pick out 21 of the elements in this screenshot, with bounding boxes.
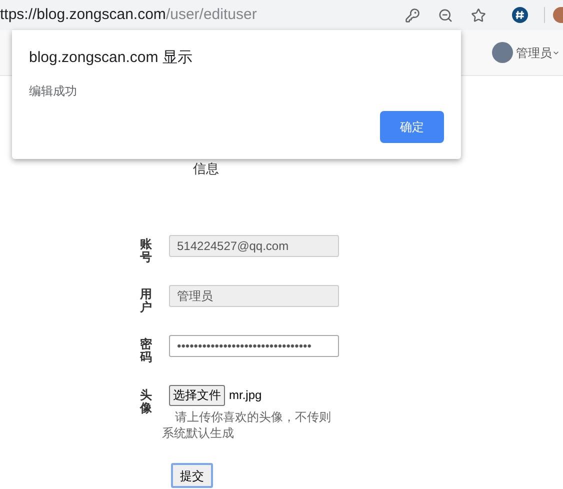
dialog-message: 编辑成功 (29, 82, 78, 100)
url-text[interactable]: ttps://blog.zongscan.com/user/edituser (0, 4, 257, 26)
field-label: 头像 (140, 388, 152, 415)
avatar-hint: 请上传你喜欢的头像，不传则系统默认生成 (162, 409, 332, 441)
zoom-out-icon[interactable] (438, 8, 453, 22)
password-field[interactable]: •••••••••••••••••••••••••••••••• (169, 335, 339, 358)
file-name: mr.jpg (229, 387, 262, 404)
profile-icon[interactable] (553, 7, 563, 23)
choose-file-button[interactable]: 选择文件 (169, 384, 225, 406)
star-icon[interactable] (471, 8, 486, 22)
dialog-title: blog.zongscan.com 显示 (29, 48, 194, 68)
page-heading: 信息 (193, 160, 220, 178)
field-label: 密码 (140, 338, 152, 365)
ok-button[interactable]: 确定 (380, 111, 444, 143)
avatar-icon (492, 42, 513, 63)
user-menu[interactable]: 管理员 (516, 44, 560, 62)
field-label: 账号 (140, 238, 152, 264)
key-icon[interactable] (405, 8, 420, 22)
submit-button[interactable]: 提交 (171, 463, 213, 488)
hash-extension-icon[interactable] (512, 7, 528, 23)
field-label: 用户 (140, 288, 152, 314)
